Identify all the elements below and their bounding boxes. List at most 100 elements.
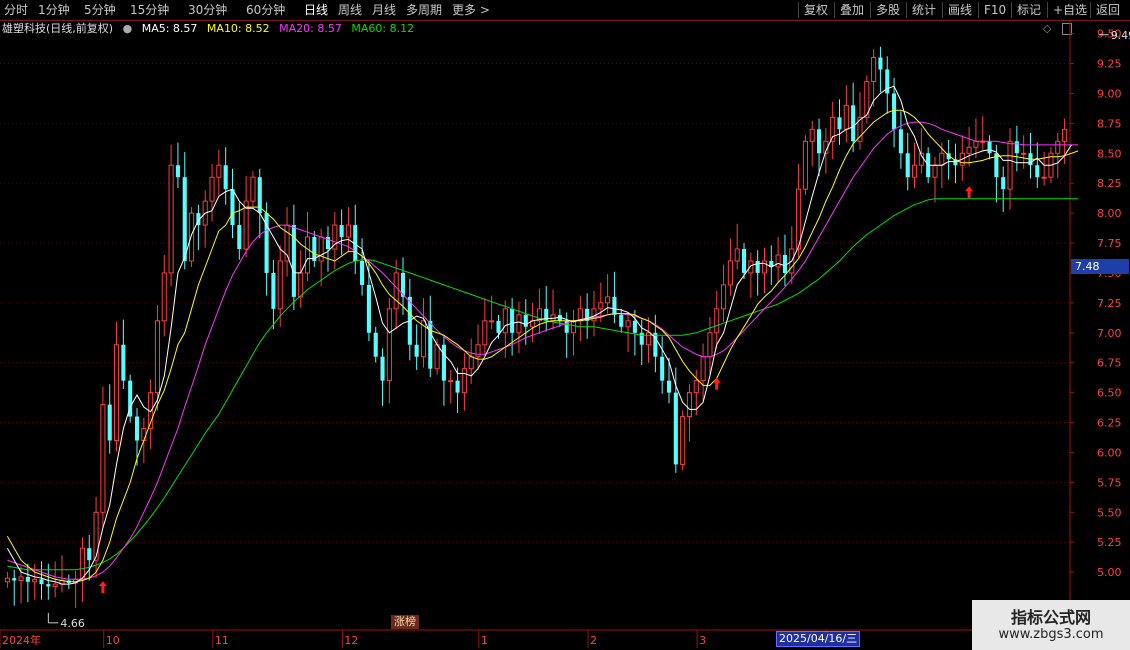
candle-down[interactable] xyxy=(373,332,378,357)
candle-down[interactable] xyxy=(237,225,242,250)
candle-down[interactable] xyxy=(271,272,276,309)
candle-down[interactable] xyxy=(619,314,624,327)
candle-up[interactable] xyxy=(502,308,508,334)
period-tab-8[interactable]: 月线 xyxy=(372,2,396,18)
candle-down[interactable] xyxy=(851,105,856,142)
period-tab-0[interactable]: 分时 xyxy=(4,2,28,18)
candle-down[interactable] xyxy=(360,260,365,285)
candle-down[interactable] xyxy=(741,249,747,273)
candle-up[interactable] xyxy=(250,176,256,202)
candle-up[interactable] xyxy=(100,404,106,513)
candle-down[interactable] xyxy=(455,380,460,393)
toolbar-button-5[interactable]: F10 xyxy=(984,2,1006,18)
candle-down[interactable] xyxy=(87,548,92,561)
candle-up[interactable] xyxy=(966,146,972,154)
candle-up[interactable] xyxy=(461,368,467,394)
candle-down[interactable] xyxy=(755,260,760,273)
period-tab-6[interactable]: 日线 xyxy=(304,2,328,18)
candle-down[interactable] xyxy=(428,320,433,369)
candle-down[interactable] xyxy=(339,225,344,238)
candle-up[interactable] xyxy=(605,296,611,304)
candle-up[interactable] xyxy=(693,380,699,394)
candle-up[interactable] xyxy=(809,128,815,142)
candle-down[interactable] xyxy=(510,308,515,333)
candle-down[interactable] xyxy=(12,578,17,581)
candle-up[interactable] xyxy=(1041,176,1047,179)
candle-up[interactable] xyxy=(32,578,38,583)
candle-up[interactable] xyxy=(939,152,945,166)
period-tab-4[interactable]: 30分钟 xyxy=(188,2,227,18)
period-tab-1[interactable]: 1分钟 xyxy=(38,2,70,18)
period-tab-5[interactable]: 60分钟 xyxy=(246,2,285,18)
candle-up[interactable] xyxy=(734,248,740,262)
candle-up[interactable] xyxy=(386,308,392,382)
candle-up[interactable] xyxy=(304,236,311,274)
candle-down[interactable] xyxy=(182,177,187,261)
candle-down[interactable] xyxy=(175,165,180,178)
candle-up[interactable] xyxy=(516,314,522,334)
candle-up[interactable] xyxy=(277,260,283,310)
candle-up[interactable] xyxy=(189,212,195,262)
candle-down[interactable] xyxy=(441,344,446,381)
candlestick-chart[interactable]: 9.509.259.008.758.508.258.007.757.507.25… xyxy=(0,20,1130,650)
candle-up[interactable] xyxy=(4,577,10,583)
candle-up[interactable] xyxy=(52,583,58,588)
candle-up[interactable] xyxy=(871,57,877,82)
candle-up[interactable] xyxy=(802,140,808,190)
candle-up[interactable] xyxy=(686,392,693,418)
candle-down[interactable] xyxy=(612,296,617,315)
toolbar-button-2[interactable]: 多股 xyxy=(876,2,900,18)
candle-up[interactable] xyxy=(911,164,918,178)
candle-down[interactable] xyxy=(782,254,787,273)
candle-up[interactable] xyxy=(1062,128,1068,142)
candle-down[interactable] xyxy=(25,576,30,582)
candle-up[interactable] xyxy=(700,356,706,382)
candle-down[interactable] xyxy=(878,57,883,70)
candle-down[interactable] xyxy=(39,579,44,585)
candle-down[interactable] xyxy=(46,584,51,587)
candle-up[interactable] xyxy=(393,272,399,310)
candle-down[interactable] xyxy=(632,320,637,333)
candle-up[interactable] xyxy=(830,116,836,142)
candle-down[interactable] xyxy=(523,314,528,327)
candle-up[interactable] xyxy=(18,576,24,582)
candle-down[interactable] xyxy=(817,129,822,154)
candle-up[interactable] xyxy=(570,320,577,334)
candle-down[interactable] xyxy=(905,153,910,178)
candle-down[interactable] xyxy=(230,189,235,226)
period-tab-10[interactable]: 更多 > xyxy=(452,2,490,18)
period-tab-7[interactable]: 周线 xyxy=(338,2,362,18)
candle-up[interactable] xyxy=(727,260,733,286)
period-tab-9[interactable]: 多周期 xyxy=(406,2,442,18)
candle-up[interactable] xyxy=(1021,152,1027,155)
candle-up[interactable] xyxy=(680,416,686,465)
candle-down[interactable] xyxy=(414,344,419,357)
candle-up[interactable] xyxy=(598,302,604,310)
toolbar-button-7[interactable]: +自选 xyxy=(1053,2,1087,18)
candle-up[interactable] xyxy=(79,547,85,580)
candle-down[interactable] xyxy=(107,404,112,441)
candle-up[interactable] xyxy=(298,272,304,298)
candle-up[interactable] xyxy=(113,344,120,441)
candle-up[interactable] xyxy=(625,320,631,328)
candle-up[interactable] xyxy=(761,260,768,274)
candle-up[interactable] xyxy=(93,511,99,561)
candle-up[interactable] xyxy=(707,332,713,358)
candle-up[interactable] xyxy=(468,356,474,370)
candle-up[interactable] xyxy=(843,104,849,130)
period-tab-3[interactable]: 15分钟 xyxy=(130,2,169,18)
candle-up[interactable] xyxy=(434,344,440,370)
candle-up[interactable] xyxy=(161,272,167,322)
candle-up[interactable] xyxy=(775,254,781,268)
candle-up[interactable] xyxy=(448,380,454,383)
candle-up[interactable] xyxy=(932,164,938,178)
candle-up[interactable] xyxy=(168,164,174,274)
candle-down[interactable] xyxy=(366,284,371,333)
toolbar-button-8[interactable]: 返回 xyxy=(1096,2,1120,18)
candle-down[interactable] xyxy=(660,356,665,381)
candle-down[interactable] xyxy=(1014,141,1019,154)
candle-down[interactable] xyxy=(134,416,140,441)
candle-up[interactable] xyxy=(489,320,495,323)
limit-up-tag[interactable]: 涨榜 xyxy=(391,615,419,629)
candle-down[interactable] xyxy=(666,380,672,393)
